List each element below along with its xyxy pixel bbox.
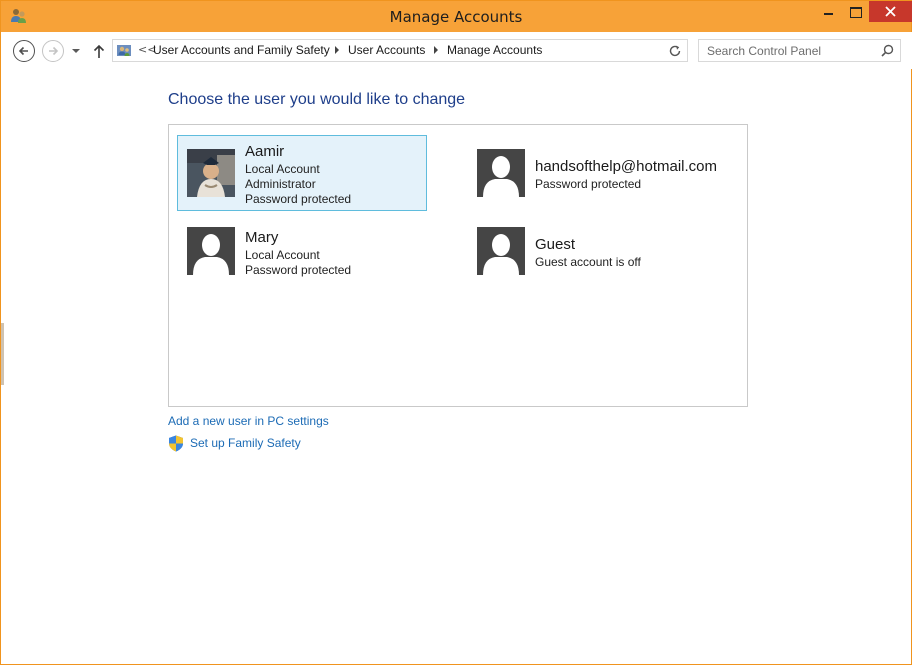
user-photo-icon [187, 149, 235, 197]
page-heading: Choose the user you would like to change [168, 91, 466, 108]
forward-button[interactable] [42, 40, 64, 62]
default-user-avatar [477, 149, 525, 197]
refresh-icon [669, 45, 681, 57]
account-tile-mary[interactable]: Mary Local Account Password protected [177, 217, 427, 287]
search-icon[interactable] [881, 44, 894, 57]
default-user-avatar [477, 227, 525, 275]
account-tile-aamir[interactable]: Aamir Local Account Administrator Passwo… [177, 135, 427, 211]
uac-shield-icon [169, 435, 183, 452]
account-name: Aamir [245, 143, 285, 160]
account-status: Guest account is off [535, 255, 641, 269]
account-password-status: Password protected [245, 263, 352, 277]
close-button[interactable] [869, 1, 912, 22]
add-new-user-link[interactable]: Add a new user in PC settings [168, 414, 329, 428]
up-arrow-icon[interactable] [92, 43, 106, 59]
account-role: Administrator [245, 177, 316, 191]
user-photo-avatar [187, 149, 235, 197]
recent-locations-chevron-icon[interactable] [71, 47, 81, 55]
address-bar[interactable]: << User Accounts and Family Safety User … [112, 39, 766, 62]
default-user-icon [187, 227, 235, 275]
account-name: handsofthelp@hotmail.com [535, 158, 717, 175]
refresh-button[interactable] [662, 39, 688, 62]
account-tile-handsofthelp[interactable]: handsofthelp@hotmail.com Password protec… [467, 135, 737, 211]
window-title: Manage Accounts [389, 8, 523, 26]
account-name: Mary [245, 229, 279, 246]
breadcrumb-user-accounts[interactable]: User Accounts [348, 43, 425, 57]
maximize-button[interactable] [841, 1, 869, 22]
breadcrumb-manage-accounts[interactable]: Manage Accounts [447, 43, 542, 57]
account-name: Guest [535, 236, 576, 253]
account-password-status: Password protected [245, 192, 352, 206]
manage-accounts-window: Manage Accounts << User Accounts and Fam… [0, 0, 912, 665]
back-button[interactable] [13, 40, 35, 62]
family-safety-link[interactable]: Set up Family Safety [190, 436, 301, 450]
breadcrumb-separator-icon[interactable] [434, 46, 438, 54]
forward-arrow-icon [49, 46, 59, 56]
default-user-icon [477, 149, 525, 197]
accounts-list: Aamir Local Account Administrator Passwo… [168, 124, 748, 407]
breadcrumb-separator-icon[interactable] [335, 46, 339, 54]
back-arrow-icon [18, 46, 28, 56]
title-bar[interactable]: Manage Accounts [1, 1, 912, 32]
account-type: Local Account [245, 162, 320, 176]
background-window-edge [1, 323, 4, 385]
navigation-bar: << User Accounts and Family Safety User … [2, 32, 912, 69]
account-password-status: Password protected [535, 177, 642, 191]
minimize-button[interactable] [815, 1, 841, 22]
control-panel-users-icon [117, 45, 131, 56]
search-input[interactable]: Search Control Panel [698, 39, 901, 62]
account-tile-guest[interactable]: Guest Guest account is off [467, 217, 737, 287]
default-user-avatar [187, 227, 235, 275]
default-user-icon [477, 227, 525, 275]
account-type: Local Account [245, 248, 320, 262]
breadcrumb-user-accounts-family-safety[interactable]: User Accounts and Family Safety [153, 43, 330, 57]
close-icon [885, 6, 896, 17]
